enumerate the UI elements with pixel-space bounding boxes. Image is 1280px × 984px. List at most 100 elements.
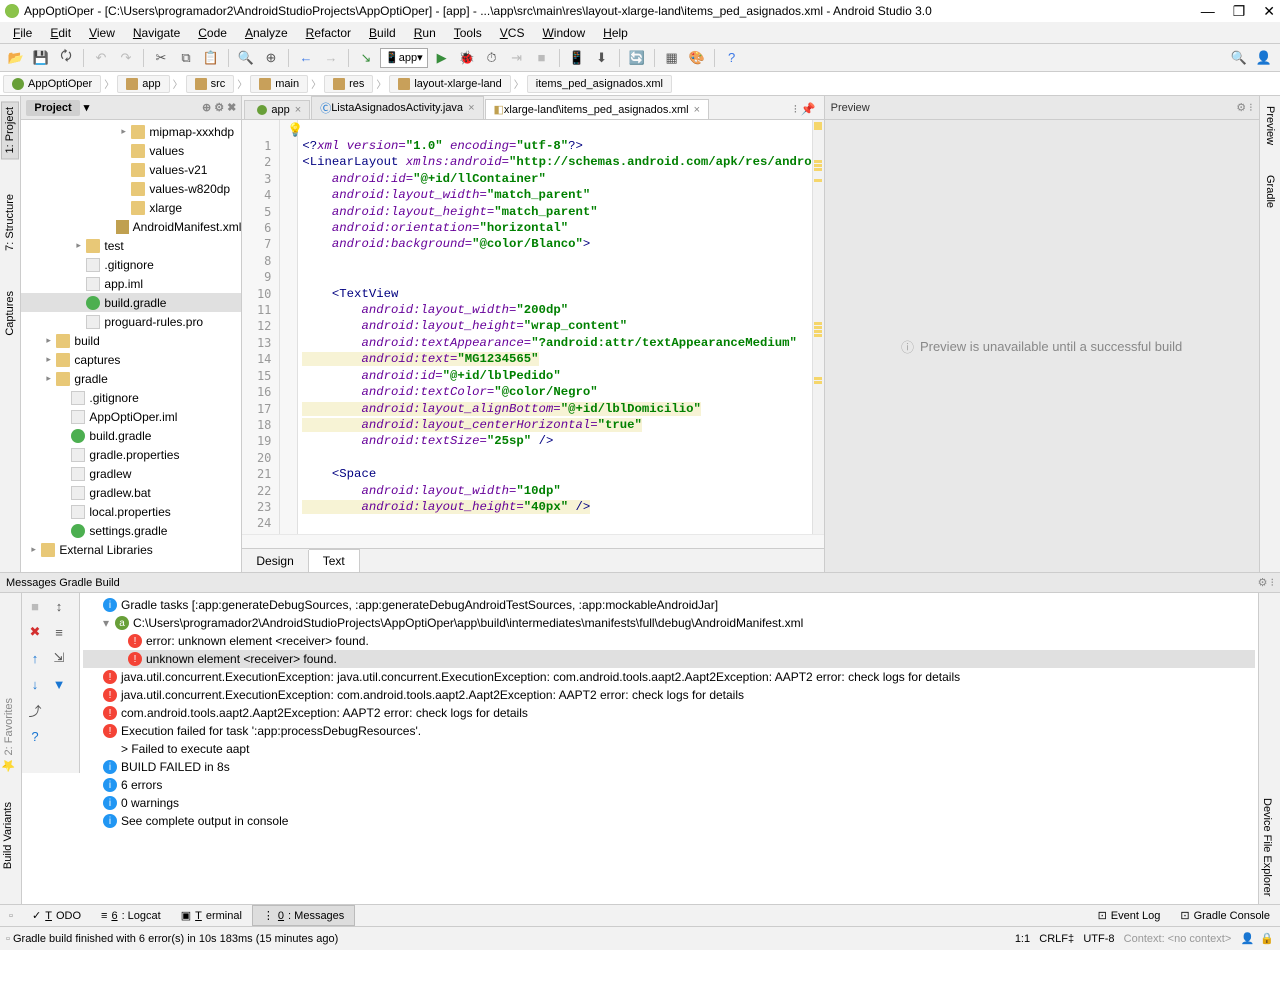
stop-icon[interactable]: ■ xyxy=(25,596,45,616)
tab-text[interactable]: Text xyxy=(309,549,360,572)
message-line[interactable]: i6 errors xyxy=(83,776,1255,794)
message-line[interactable]: iBUILD FAILED in 8s xyxy=(83,758,1255,776)
tree-item[interactable]: ▸gradle xyxy=(21,369,241,388)
tab-device-explorer[interactable]: Device File Explorer xyxy=(1259,793,1275,901)
collapse-icon[interactable]: ≡ xyxy=(49,622,69,642)
tab-build-variants[interactable]: Build Variants xyxy=(0,797,16,874)
tree-item[interactable]: app.iml xyxy=(21,274,241,293)
tree-item[interactable]: proguard-rules.pro xyxy=(21,312,241,331)
sdk-icon[interactable]: ⬇ xyxy=(591,47,613,69)
attach-icon[interactable]: ⇥ xyxy=(506,47,528,69)
intention-bulb-icon[interactable]: 💡 xyxy=(287,122,303,138)
tree-item[interactable]: gradle.properties xyxy=(21,445,241,464)
context[interactable]: Context: <no context> xyxy=(1124,933,1232,945)
editor-body[interactable]: 💡 12345678910111213141516171819202122232… xyxy=(242,120,823,534)
crumb-0[interactable]: AppOptiOper xyxy=(3,75,101,93)
forward-icon[interactable]: → xyxy=(320,47,342,69)
search-icon[interactable]: 🔍 xyxy=(1228,47,1250,69)
crumb-4[interactable]: res xyxy=(324,75,373,93)
message-line[interactable]: > Failed to execute aapt xyxy=(83,740,1255,758)
help-icon[interactable]: ? xyxy=(721,47,743,69)
tree-item[interactable]: ▸test xyxy=(21,236,241,255)
tree-item[interactable]: build.gradle xyxy=(21,426,241,445)
bottom-tab-0-messages[interactable]: ⋮0: Messages xyxy=(252,905,355,926)
tree-item[interactable]: values xyxy=(21,141,241,160)
copy-icon[interactable]: ⧉ xyxy=(175,47,197,69)
message-line[interactable]: iGradle tasks [:app:generateDebugSources… xyxy=(83,596,1255,614)
back-icon[interactable]: ← xyxy=(295,47,317,69)
message-line[interactable]: ▾aC:\Users\programador2\AndroidStudioPro… xyxy=(83,614,1255,632)
hector-icon[interactable]: 👤 xyxy=(1240,933,1254,945)
menu-analyze[interactable]: Analyze xyxy=(237,24,296,42)
h-scrollbar[interactable] xyxy=(242,534,823,548)
find-icon[interactable]: 🔍 xyxy=(235,47,257,69)
tree-item[interactable]: AppOptiOper.iml xyxy=(21,407,241,426)
menu-vcs[interactable]: VCS xyxy=(492,24,533,42)
close-button[interactable]: ✕ xyxy=(1263,3,1275,20)
up-icon[interactable]: ↑ xyxy=(25,648,45,668)
cut-icon[interactable]: ✂ xyxy=(150,47,172,69)
tab-captures[interactable]: Captures xyxy=(2,286,18,341)
filter-icon[interactable]: ▼ xyxy=(49,674,69,694)
editor-tab[interactable]: ◧ xlarge-land\items_ped_asignados.xml× xyxy=(485,99,710,119)
bottom-tab-6-logcat[interactable]: ≡6: Logcat xyxy=(91,905,171,926)
tree-item[interactable]: build.gradle xyxy=(21,293,241,312)
profile-icon[interactable]: ⏱ xyxy=(481,47,503,69)
tree-item[interactable]: local.properties xyxy=(21,502,241,521)
menu-help[interactable]: Help xyxy=(595,24,636,42)
tree-item[interactable]: ▸build xyxy=(21,331,241,350)
crumb-1[interactable]: app xyxy=(117,75,169,93)
user-icon[interactable]: 👤 xyxy=(1253,47,1275,69)
messages-tree[interactable]: iGradle tasks [:app:generateDebugSources… xyxy=(80,593,1258,904)
menu-window[interactable]: Window xyxy=(534,24,593,42)
sync-gradle-icon[interactable]: 🔄 xyxy=(626,47,648,69)
paste-icon[interactable]: 📋 xyxy=(200,47,222,69)
menu-build[interactable]: Build xyxy=(361,24,404,42)
debug-icon[interactable]: 🐞 xyxy=(456,47,478,69)
message-line[interactable]: !com.android.tools.aapt2.Aapt2Exception:… xyxy=(83,704,1255,722)
tree-item[interactable]: AndroidManifest.xml xyxy=(21,217,241,236)
tree-item[interactable]: values-v21 xyxy=(21,160,241,179)
menu-tools[interactable]: Tools xyxy=(446,24,490,42)
crumb-2[interactable]: src xyxy=(186,75,235,93)
tab-gradle[interactable]: Gradle xyxy=(1262,170,1278,213)
tab-preview[interactable]: Preview xyxy=(1262,101,1278,150)
code-area[interactable]: <?xml version="1.0" encoding="utf-8"?> <… xyxy=(298,120,811,534)
tree-item[interactable]: .gitignore xyxy=(21,255,241,274)
maximize-button[interactable]: ❐ xyxy=(1233,3,1246,20)
crumb-3[interactable]: main xyxy=(250,75,308,93)
layout-icon[interactable]: ▦ xyxy=(661,47,683,69)
message-line[interactable]: !java.util.concurrent.ExecutionException… xyxy=(83,668,1255,686)
message-line[interactable]: !Execution failed for task ':app:process… xyxy=(83,722,1255,740)
tree-item[interactable]: settings.gradle xyxy=(21,521,241,540)
run-icon[interactable]: ▶ xyxy=(431,47,453,69)
tab-design[interactable]: Design xyxy=(242,550,308,572)
lock-icon[interactable]: 🔒 xyxy=(1260,933,1274,945)
stop-icon[interactable]: ■ xyxy=(531,47,553,69)
tree-item[interactable]: ▸mipmap-xxxhdp xyxy=(21,122,241,141)
message-line[interactable]: iSee complete output in console xyxy=(83,812,1255,830)
help-icon[interactable]: ? xyxy=(25,726,45,746)
tree-item[interactable]: gradlew.bat xyxy=(21,483,241,502)
menu-code[interactable]: Code xyxy=(190,24,235,42)
theme-icon[interactable]: 🎨 xyxy=(686,47,708,69)
menu-file[interactable]: File xyxy=(5,24,40,42)
replace-icon[interactable]: ⊕ xyxy=(260,47,282,69)
message-line[interactable]: !unknown element <receiver> found. xyxy=(83,650,1255,668)
tree-item[interactable]: values-w820dp xyxy=(21,179,241,198)
tree-item[interactable]: .gitignore xyxy=(21,388,241,407)
crumb-6[interactable]: items_ped_asignados.xml xyxy=(527,75,672,93)
sync-icon[interactable]: 🗘 xyxy=(55,47,77,69)
bottom-tab-gradle-console[interactable]: ⊡Gradle Console xyxy=(1170,906,1280,925)
make-icon[interactable]: ↘ xyxy=(355,47,377,69)
message-line[interactable]: !error: unknown element <receiver> found… xyxy=(83,632,1255,650)
tree-item[interactable]: gradlew xyxy=(21,464,241,483)
down-icon[interactable]: ↓ xyxy=(25,674,45,694)
menu-edit[interactable]: Edit xyxy=(42,24,79,42)
project-tree[interactable]: ▸mipmap-xxxhdpvaluesvalues-v21values-w82… xyxy=(21,120,241,572)
gear-icon[interactable]: ⚙ ⁝ xyxy=(1236,101,1252,114)
close-icon[interactable]: ✖ xyxy=(25,622,45,642)
minimize-button[interactable]: — xyxy=(1201,3,1215,20)
file-encoding[interactable]: UTF-8 xyxy=(1083,933,1114,945)
tree-item[interactable]: ▸captures xyxy=(21,350,241,369)
